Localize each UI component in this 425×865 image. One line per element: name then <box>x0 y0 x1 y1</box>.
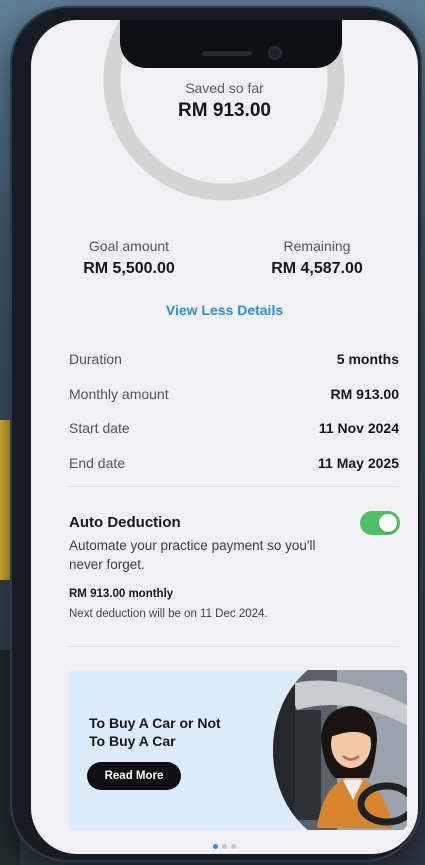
auto-deduction-title: Auto Deduction <box>69 514 181 531</box>
remaining-label: Remaining <box>283 238 351 254</box>
phone-notch <box>120 20 342 68</box>
goal-amount-value: RM 5,500.00 <box>83 260 175 277</box>
toggle-knob <box>379 514 397 532</box>
detail-label: End date <box>69 454 126 471</box>
detail-value: 5 months <box>336 351 399 368</box>
remaining-value: RM 4,587.00 <box>271 260 363 277</box>
detail-label: Duration <box>69 351 122 368</box>
section-divider <box>69 486 399 487</box>
saved-so-far-label: Saved so far <box>185 80 264 96</box>
pagination-dot[interactable] <box>231 844 236 849</box>
view-less-details-link[interactable]: View Less Details <box>31 302 418 318</box>
pagination-dot[interactable] <box>222 844 227 849</box>
remaining-stat: Remaining RM 4,587.00 <box>227 238 407 278</box>
speaker-grille <box>202 51 252 56</box>
detail-row-monthly-amount: Monthly amount RM 913.00 <box>69 377 399 412</box>
auto-deduction-toggle[interactable] <box>360 511 400 535</box>
detail-row-duration: Duration 5 months <box>69 342 399 377</box>
pagination-dot[interactable] <box>213 844 218 849</box>
camera-icon <box>268 46 282 60</box>
section-divider <box>69 646 399 647</box>
banner-title: To Buy A Car or Not To Buy A Car <box>89 715 221 749</box>
plan-details-list: Duration 5 months Monthly amount RM 913.… <box>69 342 399 480</box>
detail-label: Monthly amount <box>69 385 169 402</box>
detail-value: 11 May 2025 <box>318 454 399 471</box>
auto-deduction-amount: RM 913.00 monthly <box>69 588 174 600</box>
detail-row-start-date: Start date 11 Nov 2024 <box>69 411 399 446</box>
detail-label: Start date <box>69 420 130 437</box>
goal-amount-stat: Goal amount RM 5,500.00 <box>39 238 219 278</box>
app-screen: Saved so far RM 913.00 Goal amount RM 5,… <box>31 20 418 854</box>
detail-value: 11 Nov 2024 <box>318 420 399 437</box>
next-deduction-text: Next deduction will be on 11 Dec 2024. <box>69 608 268 620</box>
detail-value: RM 913.00 <box>330 385 399 402</box>
article-banner[interactable]: To Buy A Car or Not To Buy A Car Read Mo… <box>69 670 407 830</box>
auto-deduction-description: Automate your practice payment so you'll… <box>69 538 316 572</box>
banner-photo-woman-driving <box>273 670 407 830</box>
carousel-pagination <box>31 836 418 854</box>
phone-frame: Saved so far RM 913.00 Goal amount RM 5,… <box>12 8 420 860</box>
saved-so-far-value: RM 913.00 <box>178 100 271 121</box>
read-more-button[interactable]: Read More <box>87 762 181 790</box>
detail-row-end-date: End date 11 May 2025 <box>69 446 399 481</box>
goal-amount-label: Goal amount <box>88 238 170 254</box>
